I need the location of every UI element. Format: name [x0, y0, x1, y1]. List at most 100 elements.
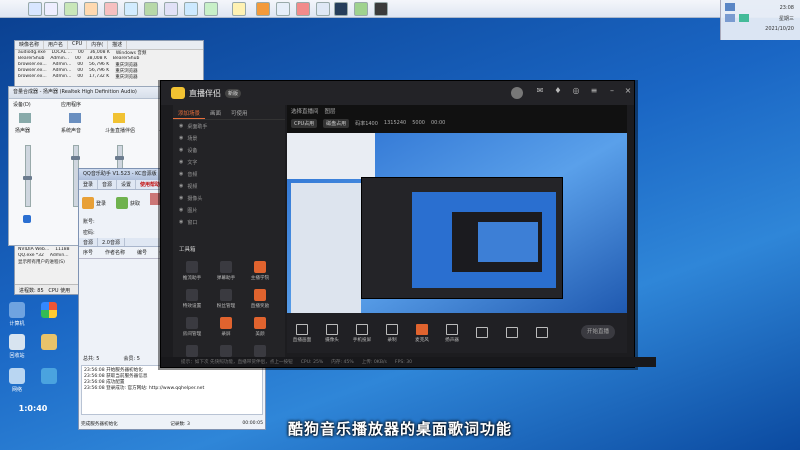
close-icon[interactable]: ×	[623, 86, 633, 96]
source-item[interactable]: ◉ 窗口	[173, 216, 285, 228]
slider-knob[interactable]	[71, 156, 80, 160]
speaker-button[interactable]: 扬声器	[437, 323, 467, 343]
app-icon[interactable]	[204, 2, 218, 16]
tab-login[interactable]: 登录	[79, 180, 99, 189]
speaker-icon	[19, 113, 31, 123]
tab-add-scene[interactable]: 添加场景	[173, 105, 206, 119]
camera-button[interactable]: 摄像头	[317, 323, 347, 343]
app-icon[interactable]	[334, 2, 348, 16]
tray-time: 23:08	[779, 5, 794, 11]
desktop-icon-computer[interactable]: 计算机	[4, 302, 30, 327]
source-item[interactable]: ◉ 场景	[173, 132, 285, 144]
capture-preview[interactable]	[287, 133, 627, 335]
record-button[interactable]: 录制	[377, 323, 407, 343]
tool-button[interactable]: 推流助手	[179, 261, 205, 281]
tray-app-icon[interactable]	[739, 14, 749, 22]
minimize-icon[interactable]: –	[607, 86, 617, 96]
app-icon[interactable]	[232, 2, 246, 16]
tool-button[interactable]: 特效设置	[179, 289, 205, 309]
source-item[interactable]: ◉ 文字	[173, 156, 285, 168]
app-icon[interactable]	[374, 2, 388, 16]
source-item[interactable]: ◉ 图片	[173, 204, 285, 216]
tool-button[interactable]: 弹幕助手	[213, 261, 239, 281]
settings-button[interactable]	[527, 326, 557, 340]
login-icon	[82, 197, 94, 209]
phone-cast-button[interactable]: 手机投屏	[347, 323, 377, 343]
tab-settings[interactable]: 设置	[117, 180, 137, 189]
desktop-icon-network[interactable]: 网络	[4, 368, 30, 393]
video-icon	[476, 326, 488, 338]
microphone-button[interactable]: 麦克风	[407, 323, 437, 343]
app-icon[interactable]	[256, 2, 270, 16]
start-live-button[interactable]: 开始直播	[581, 325, 615, 339]
app-icon[interactable]	[124, 2, 138, 16]
tool-button[interactable]: 美颜	[247, 317, 273, 337]
tool-button[interactable]: 录屏	[213, 317, 239, 337]
nested-qq	[291, 183, 361, 313]
gift-icon[interactable]: ♦	[553, 86, 563, 96]
system-sounds-icon	[69, 113, 81, 123]
app-icon[interactable]	[144, 2, 158, 16]
recorder-titlebar: 直播伴侣 新版 ✉ ♦ ◎ ≡ – ×	[161, 81, 634, 105]
bell-icon[interactable]: ◎	[571, 86, 581, 96]
tool-icon	[220, 289, 232, 301]
screen-capture-button[interactable]: 直播画面	[287, 323, 317, 343]
version-badge[interactable]: 新版	[225, 88, 242, 98]
volume-icon[interactable]	[725, 14, 735, 22]
tool-icon	[186, 345, 198, 357]
app-icon[interactable]	[276, 2, 290, 16]
desktop-icon-app2[interactable]	[36, 334, 62, 352]
app-icon[interactable]	[28, 2, 42, 16]
network-icon[interactable]	[725, 3, 735, 11]
menu-icon[interactable]: ≡	[589, 86, 599, 96]
app-icon[interactable]	[44, 2, 58, 16]
desktop-icon-app3[interactable]	[36, 368, 62, 386]
app-icon[interactable]	[164, 2, 178, 16]
slider-knob[interactable]	[23, 176, 32, 180]
video-button[interactable]	[467, 326, 497, 340]
nested-recorder-2	[452, 212, 542, 272]
source-item[interactable]: ◉ 设备	[173, 144, 285, 156]
app-icon[interactable]	[296, 2, 310, 16]
tab-canvas[interactable]: 画面	[205, 105, 226, 119]
eye-icon: ◉	[179, 219, 184, 225]
tab-source[interactable]: 音源	[98, 180, 118, 189]
desktop-icon-recycle[interactable]: 回收站	[4, 334, 30, 359]
app-icon[interactable]	[104, 2, 118, 16]
app-icon	[41, 368, 57, 384]
tool-button[interactable]: 直播奖励	[247, 289, 273, 309]
live-companion-window[interactable]: 直播伴侣 新版 ✉ ♦ ◎ ≡ – × 添加场景 画面 可使用 ◉ 桌面助手 ◉ 场…	[160, 80, 656, 368]
avatar[interactable]	[511, 87, 523, 99]
tab-available[interactable]: 可使用	[226, 105, 253, 119]
message-icon[interactable]: ✉	[535, 86, 545, 96]
video-caption: 酷狗音乐播放器的桌面歌词功能	[287, 420, 512, 438]
tool-button[interactable]: 主播学院	[247, 261, 273, 281]
scene-panel: 添加场景 画面 可使用 ◉ 桌面助手 ◉ 场景 ◉ 设备 ◉ 文字 ◉ 音频 ◉ 视频 ◉ 摄…	[173, 105, 285, 367]
camera-icon	[326, 323, 338, 335]
tool-icon	[254, 317, 266, 329]
mute-icon[interactable]	[23, 215, 31, 223]
tool-button[interactable]: 房间管理	[179, 317, 205, 337]
fetch-button[interactable]: 获取	[116, 193, 140, 213]
app-icon[interactable]	[354, 2, 368, 16]
eye-button[interactable]	[497, 326, 527, 340]
source-item[interactable]: ◉ 桌面助手	[173, 120, 285, 132]
source-item[interactable]: ◉ 摄像头	[173, 192, 285, 204]
app-icon[interactable]	[64, 2, 78, 16]
app-icon[interactable]	[84, 2, 98, 16]
app-icon[interactable]	[316, 2, 330, 16]
eye-icon: ◉	[179, 147, 184, 153]
login-button[interactable]: 登录	[82, 193, 106, 213]
source-item[interactable]: ◉ 视频	[173, 180, 285, 192]
desktop-icon-app[interactable]	[36, 302, 62, 320]
tool-icon	[254, 289, 266, 301]
slider-knob[interactable]	[115, 156, 124, 160]
speaker-volume-slider[interactable]	[23, 145, 32, 207]
record-icon	[386, 323, 398, 335]
app-icon[interactable]	[184, 2, 198, 16]
tool-icon	[186, 261, 198, 273]
nested-recorder	[361, 177, 563, 299]
nested-taskmgr	[287, 133, 375, 179]
source-item[interactable]: ◉ 音频	[173, 168, 285, 180]
tool-button[interactable]: 粉丝管理	[213, 289, 239, 309]
